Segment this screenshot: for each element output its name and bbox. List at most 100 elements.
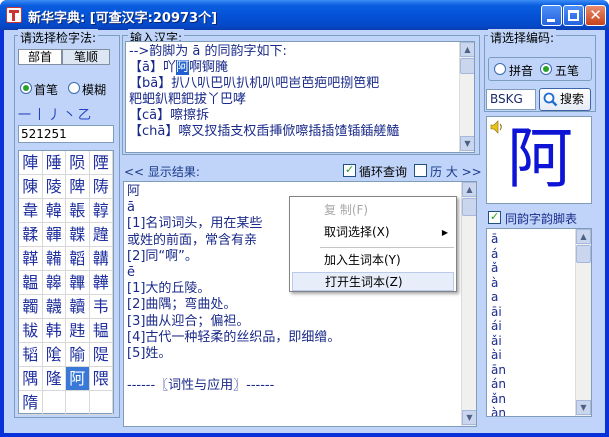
scroll-thumb[interactable] (460, 58, 474, 74)
grid-char-cell[interactable]: 韥 (66, 295, 90, 319)
grid-char-cell[interactable]: 陲 (42, 151, 66, 175)
grid-char-cell[interactable]: 陦 (89, 175, 113, 199)
title-bar[interactable]: 新华字典: [可查汉字:20973个] ✕ (0, 0, 609, 30)
rhyme-list-item[interactable]: á (491, 247, 569, 262)
rhyme-list-item[interactable]: ān (491, 363, 569, 378)
input-textarea[interactable]: -->韵脚为 ā 的同韵字如下: 【ā】吖阿啊锕腌 【bā】扒八叭巴叭扒机叭吧岜芭疤… (125, 41, 475, 153)
grid-char-cell[interactable]: 韟 (42, 271, 66, 295)
grid-char-cell[interactable]: 陻 (89, 151, 113, 175)
grid-char-cell[interactable]: 陨 (66, 151, 90, 175)
rhyme-list-item[interactable]: ā (491, 232, 569, 247)
history-checkbox[interactable] (414, 164, 427, 177)
grid-char-cell[interactable]: 韓 (42, 199, 66, 223)
grid-char-cell[interactable]: 隂 (42, 343, 66, 367)
close-button[interactable]: ✕ (585, 5, 606, 26)
results-scrollbar[interactable]: ▲ ▼ (461, 182, 476, 426)
grid-char-cell[interactable]: 韨 (19, 319, 43, 343)
grid-char-cell[interactable]: 韜 (66, 247, 90, 271)
rhyme-list-item[interactable]: ǎi (491, 334, 569, 349)
grid-char-cell[interactable]: 隄 (89, 343, 113, 367)
menu-item-copy[interactable]: 复 制(F) (292, 201, 454, 220)
grid-char-cell[interactable]: 隈 (89, 367, 113, 391)
grid-char-cell[interactable]: 陳 (19, 175, 43, 199)
rhyme-list-item[interactable]: àn (491, 406, 569, 416)
grid-char-cell[interactable]: 韝 (89, 247, 113, 271)
rhyme-list-item[interactable]: à (491, 276, 569, 291)
input-line: 粑蚆釟粑鈀拔丫巴哮 (129, 92, 247, 107)
grid-char-cell[interactable]: 韘 (66, 223, 90, 247)
grid-char-cell[interactable]: 隅 (19, 367, 43, 391)
grid-char-cell[interactable]: 韚 (19, 247, 43, 271)
grid-char-cell[interactable]: 陣 (19, 151, 43, 175)
grid-char-cell[interactable]: 韔 (66, 199, 90, 223)
rhyme-list[interactable]: ā á ǎ à a āi ái ǎi ài ān án ǎn àn ▲ ▼ (486, 228, 592, 417)
rhyme-list-item[interactable]: ǎ (491, 261, 569, 276)
scroll-up-icon[interactable]: ▲ (462, 182, 476, 197)
scroll-down-icon[interactable]: ▼ (462, 410, 476, 425)
grid-char-cell[interactable]: 韡 (89, 271, 113, 295)
grid-char-cell[interactable]: 韖 (19, 223, 43, 247)
scroll-thumb[interactable] (462, 198, 476, 216)
grid-char-cell[interactable]: 陴 (66, 175, 90, 199)
rhyme-list-item[interactable]: ái (491, 319, 569, 334)
result-line: [4]古代一种轻柔的丝织品，即细缯。 (127, 329, 341, 345)
menu-item-add-vocab[interactable]: 加入生词本(Y) (292, 251, 454, 270)
result-line: [3]曲从迎合；偏袒。 (127, 313, 250, 329)
menu-item-open-vocab[interactable]: 打开生词本(Z) (292, 272, 454, 291)
rhyme-list-item[interactable]: ǎn (491, 392, 569, 407)
radio-first-stroke[interactable] (20, 82, 32, 94)
input-scrollbar[interactable]: ▲ ▼ (459, 42, 474, 152)
stroke-code-input[interactable]: 521251 (18, 125, 114, 143)
encoding-title: 请选择编码: (488, 29, 557, 46)
app-window: 新华字典: [可查汉字:20973个] ✕ 请选择检字法: 部首 笔顺 首笔 模… (0, 0, 609, 437)
radio-pinyin-label: 拼音 (509, 64, 534, 78)
grid-char-cell[interactable]: 韕 (89, 199, 113, 223)
grid-char-cell[interactable]: 韛 (42, 247, 66, 271)
rhyme-list-item[interactable]: āi (491, 305, 569, 320)
grid-char-cell[interactable]: 隃 (66, 343, 90, 367)
grid-char-cell[interactable]: 隆 (42, 367, 66, 391)
rhyme-scrollbar[interactable]: ▲ ▼ (575, 229, 591, 416)
radio-wubi[interactable] (540, 63, 552, 75)
stroke-buttons[interactable]: 一丨丿丶乙 (18, 104, 114, 123)
grid-char-cell[interactable]: 韠 (66, 271, 90, 295)
grid-char-cell[interactable]: 阿 (66, 367, 90, 391)
radio-pinyin[interactable] (494, 63, 506, 75)
tab-bishun[interactable]: 笔顺 (62, 49, 110, 65)
grid-char-cell[interactable]: 韦 (89, 295, 113, 319)
rhyme-list-item[interactable]: ài (491, 348, 569, 363)
scroll-down-icon[interactable]: ▼ (576, 400, 591, 415)
grid-row: 韚韛韜韝 (19, 247, 113, 271)
grid-char-cell[interactable]: 韪 (66, 319, 90, 343)
scroll-up-icon[interactable]: ▲ (460, 42, 474, 57)
code-input[interactable]: BSKG (486, 89, 536, 110)
grid-char-cell[interactable]: 韙 (89, 223, 113, 247)
grid-char-cell[interactable]: 韗 (42, 223, 66, 247)
client-area: 请选择检字法: 部首 笔顺 首笔 模糊 一丨丿丶乙 521251 陣陲陨陻陳陵陴… (4, 29, 605, 433)
grid-char-cell[interactable]: 韤 (42, 295, 66, 319)
grid-char-cell[interactable]: 韞 (19, 271, 43, 295)
grid-char-cell[interactable]: 韬 (19, 343, 43, 367)
loop-query-checkbox[interactable] (343, 163, 356, 177)
maximize-button[interactable] (563, 5, 584, 26)
grid-char-cell[interactable]: 韫 (89, 319, 113, 343)
rhyme-list-item[interactable]: a (491, 290, 569, 305)
grid-char-cell[interactable]: 韣 (19, 295, 43, 319)
tab-bushou[interactable]: 部首 (18, 49, 62, 65)
input-line: -->韵脚为 ā 的同韵字如下: (129, 44, 287, 59)
menu-item-select-word[interactable]: 取词选择(X) ▶ (292, 223, 454, 242)
rhyme-list-item[interactable]: án (491, 377, 569, 392)
search-button[interactable]: 搜索 (539, 88, 591, 111)
scroll-thumb[interactable] (576, 245, 591, 263)
scroll-up-icon[interactable]: ▲ (576, 229, 591, 244)
rhyme-table-checkbox[interactable] (488, 210, 501, 224)
radio-fuzzy[interactable] (68, 82, 80, 94)
grid-char-cell[interactable]: 韋 (19, 199, 43, 223)
grid-char-cell[interactable]: 韩 (42, 319, 66, 343)
scroll-down-icon[interactable]: ▼ (460, 136, 474, 151)
results-title: << 显示结果: (124, 165, 200, 179)
grid-char-cell[interactable]: 隋 (19, 391, 43, 415)
radio-wubi-label: 五笔 (555, 64, 580, 78)
grid-char-cell[interactable]: 陵 (42, 175, 66, 199)
minimize-button[interactable] (541, 5, 562, 26)
